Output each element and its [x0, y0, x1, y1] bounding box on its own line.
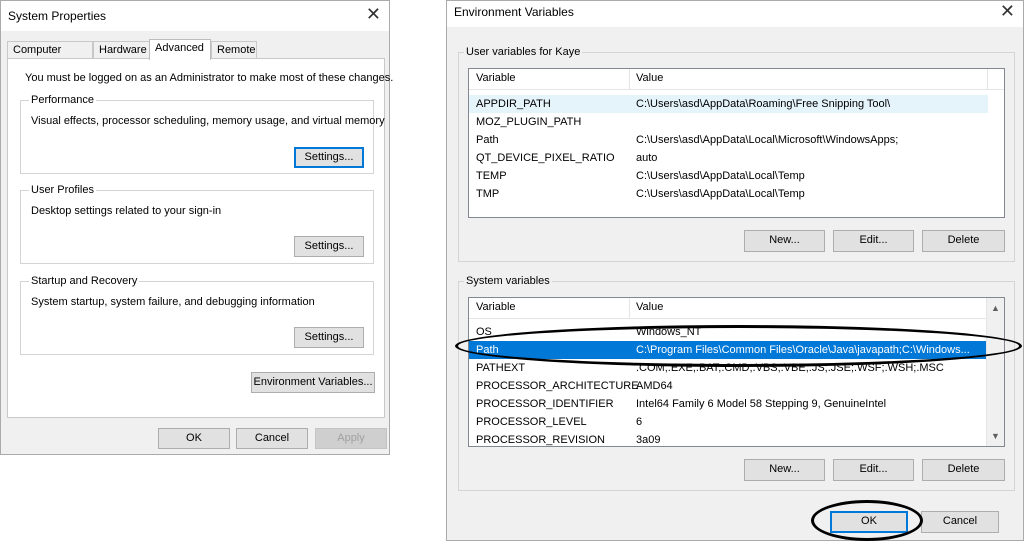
sysprops-apply-button: Apply — [315, 428, 387, 449]
table-row[interactable]: MOZ_PLUGIN_PATH — [469, 113, 1004, 131]
column-divider — [629, 298, 630, 318]
row-variable: TEMP — [476, 170, 507, 182]
user-delete-button[interactable]: Delete — [922, 230, 1005, 252]
column-divider — [629, 69, 630, 89]
variable-column-header[interactable]: Variable — [476, 301, 516, 313]
system-delete-button[interactable]: Delete — [922, 459, 1005, 481]
close-icon[interactable]: ✕ — [1000, 2, 1015, 20]
row-value: Intel64 Family 6 Model 58 Stepping 9, Ge… — [636, 398, 887, 410]
performance-title: Performance — [29, 94, 96, 107]
row-variable: TMP — [476, 188, 500, 200]
user-edit-button[interactable]: Edit... — [833, 230, 914, 252]
row-value: C:\Program Files\Common Files\Oracle\Jav… — [636, 344, 970, 356]
system-variables-title: System variables — [464, 275, 552, 288]
user-variables-title: User variables for Kaye — [464, 46, 583, 59]
environment-variables-button[interactable]: Environment Variables... — [251, 372, 375, 393]
row-value: Windows_NT — [636, 326, 702, 338]
tab-computer-name[interactable]: Computer Name — [7, 41, 93, 73]
tab-advanced[interactable]: Advanced — [149, 39, 211, 60]
table-row[interactable]: PROCESSOR_REVISION 3a09 — [469, 431, 987, 446]
user-profiles-settings-button[interactable]: Settings... — [294, 236, 364, 257]
value-column-header[interactable]: Value — [636, 301, 663, 313]
tab-remote[interactable]: Remote — [211, 41, 257, 59]
row-variable: Path — [476, 344, 499, 356]
vertical-scrollbar[interactable]: ▲ ▼ — [986, 298, 1004, 446]
list-header: Variable Value — [469, 298, 987, 319]
table-row[interactable]: PATHEXT .COM;.EXE;.BAT;.CMD;.VBS;.VBE;.J… — [469, 359, 987, 377]
table-row[interactable]: OS Windows_NT — [469, 323, 987, 341]
table-row[interactable]: PROCESSOR_LEVEL 6 — [469, 413, 987, 431]
variable-column-header[interactable]: Variable — [476, 72, 516, 84]
startup-recovery-settings-button[interactable]: Settings... — [294, 327, 364, 348]
user-profiles-desc: Desktop settings related to your sign-in — [31, 205, 222, 217]
window-title: Environment Variables — [454, 5, 574, 19]
performance-group: Performance Visual effects, processor sc… — [20, 94, 385, 174]
row-variable: QT_DEVICE_PIXEL_RATIO — [476, 152, 615, 164]
startup-recovery-desc: System startup, system failure, and debu… — [31, 296, 315, 308]
row-variable: PROCESSOR_IDENTIFIER — [476, 398, 614, 410]
startup-recovery-group: Startup and Recovery System startup, sys… — [20, 275, 374, 355]
row-variable: PROCESSOR_REVISION — [476, 434, 605, 446]
tab-hardware[interactable]: Hardware — [93, 41, 150, 59]
system-edit-button[interactable]: Edit... — [833, 459, 914, 481]
chevron-down-icon[interactable]: ▼ — [987, 431, 1004, 441]
system-variables-group: System variables Variable Value OS Windo… — [458, 275, 1015, 491]
performance-settings-button[interactable]: Settings... — [294, 147, 364, 168]
sysprops-cancel-button[interactable]: Cancel — [236, 428, 308, 449]
table-row[interactable]: QT_DEVICE_PIXEL_RATIO auto — [469, 149, 1004, 167]
envvars-cancel-button[interactable]: Cancel — [921, 511, 999, 533]
table-row[interactable]: PROCESSOR_ARCHITECTURE AMD64 — [469, 377, 987, 395]
window-title: System Properties — [8, 9, 107, 23]
system-properties-window: System Properties ✕ Computer Name Hardwa… — [0, 0, 393, 455]
envvars-ok-button[interactable]: OK — [830, 511, 908, 533]
row-value: AMD64 — [636, 380, 673, 392]
row-variable: PATHEXT — [476, 362, 526, 374]
table-row[interactable]: TEMP C:\Users\asd\AppData\Local\Temp — [469, 167, 1004, 185]
user-profiles-group: User Profiles Desktop settings related t… — [20, 184, 374, 264]
row-variable: APPDIR_PATH — [476, 98, 551, 110]
title-bar: Environment Variables ✕ — [447, 1, 1023, 27]
advanced-tab-panel: You must be logged on as an Administrato… — [7, 58, 393, 418]
table-row-selected[interactable]: Path C:\Program Files\Common Files\Oracl… — [469, 341, 987, 359]
table-row[interactable]: PROCESSOR_IDENTIFIER Intel64 Family 6 Mo… — [469, 395, 987, 413]
system-new-button[interactable]: New... — [744, 459, 825, 481]
title-bar: System Properties ✕ — [1, 1, 389, 31]
row-variable: OS — [476, 326, 492, 338]
performance-desc: Visual effects, processor scheduling, me… — [31, 115, 385, 127]
row-value: C:\Users\asd\AppData\Local\Temp — [636, 170, 805, 182]
row-variable: Path — [476, 134, 499, 146]
value-column-header[interactable]: Value — [636, 72, 663, 84]
column-divider — [987, 69, 988, 89]
chevron-up-icon[interactable]: ▲ — [987, 303, 1004, 313]
row-value: C:\Users\asd\AppData\Local\Microsoft\Win… — [636, 134, 899, 146]
sysprops-ok-button[interactable]: OK — [158, 428, 230, 449]
close-icon[interactable]: ✕ — [366, 5, 381, 23]
table-row[interactable]: APPDIR_PATH C:\Users\asd\AppData\Roaming… — [469, 95, 988, 113]
environment-variables-window: Environment Variables ✕ User variables f… — [446, 0, 1024, 541]
row-value: 6 — [636, 416, 643, 428]
admin-note: You must be logged on as an Administrato… — [25, 72, 394, 84]
list-header: Variable Value — [469, 69, 1004, 90]
user-new-button[interactable]: New... — [744, 230, 825, 252]
row-value: 3a09 — [636, 434, 661, 446]
row-variable: PROCESSOR_ARCHITECTURE — [476, 380, 639, 392]
table-row[interactable]: TMP C:\Users\asd\AppData\Local\Temp — [469, 185, 1004, 203]
user-variables-list[interactable]: Variable Value APPDIR_PATH C:\Users\asd\… — [468, 68, 1005, 218]
user-profiles-title: User Profiles — [29, 184, 96, 197]
row-value: C:\Users\asd\AppData\Local\Temp — [636, 188, 805, 200]
row-value: C:\Users\asd\AppData\Roaming\Free Snippi… — [636, 98, 891, 110]
user-variables-group: User variables for Kaye Variable Value A… — [458, 46, 1015, 262]
startup-recovery-title: Startup and Recovery — [29, 275, 140, 288]
system-variables-list[interactable]: Variable Value OS Windows_NT Path C:\Pro… — [468, 297, 1005, 447]
row-value: auto — [636, 152, 658, 164]
row-value: .COM;.EXE;.BAT;.CMD;.VBS;.VBE;.JS;.JSE;.… — [636, 362, 944, 374]
table-row[interactable]: Path C:\Users\asd\AppData\Local\Microsof… — [469, 131, 1004, 149]
row-variable: PROCESSOR_LEVEL — [476, 416, 587, 428]
row-variable: MOZ_PLUGIN_PATH — [476, 116, 582, 128]
